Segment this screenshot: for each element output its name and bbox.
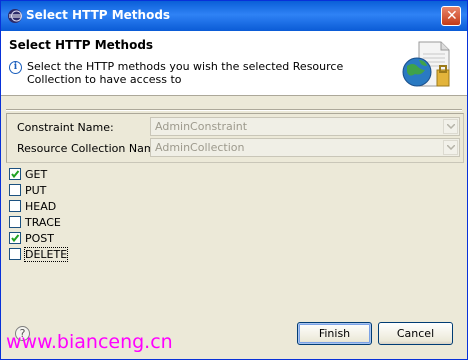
method-label: PUT	[25, 184, 47, 197]
cancel-button-label: Cancel	[396, 327, 435, 340]
wizard-header: Select HTTP Methods i Select the HTTP me…	[1, 31, 467, 96]
constraint-name-combo[interactable]: AdminConstraint	[150, 117, 460, 136]
close-icon: ✕	[446, 8, 458, 24]
window-title: Select HTTP Methods	[26, 8, 171, 22]
watermark-text: www.bianceng.cn	[6, 331, 173, 353]
header-message: Select the HTTP methods you wish the sel…	[27, 60, 344, 86]
checkmark-icon	[11, 234, 20, 243]
close-button[interactable]: ✕	[441, 6, 461, 26]
finish-button[interactable]: Finish	[297, 322, 372, 345]
http-methods-list: GET PUT HEAD TRACE POST DELETE	[6, 164, 462, 309]
info-icon: i	[9, 61, 22, 74]
checkbox-trace[interactable]	[9, 216, 21, 228]
checkbox-post[interactable]	[9, 232, 21, 244]
checkmark-icon	[11, 170, 20, 179]
method-label: GET	[25, 168, 48, 181]
constraint-group: Constraint Name: AdminConstraint Resourc…	[6, 113, 464, 163]
finish-button-label: Finish	[318, 327, 351, 340]
collection-name-value: AdminCollection	[155, 141, 245, 154]
method-label: DELETE	[23, 247, 69, 262]
constraint-name-value: AdminConstraint	[155, 120, 248, 133]
chevron-down-icon[interactable]	[443, 140, 458, 155]
cancel-button[interactable]: Cancel	[378, 322, 453, 345]
title-bar[interactable]: Select HTTP Methods ✕	[1, 1, 467, 31]
collection-name-label: Resource Collection Name:	[17, 142, 166, 155]
dialog-window: Select HTTP Methods ✕ Select HTTP Method…	[0, 0, 468, 360]
collection-name-combo[interactable]: AdminCollection	[150, 138, 460, 157]
header-title: Select HTTP Methods	[9, 38, 154, 52]
method-label: TRACE	[25, 216, 61, 229]
globe-document-icon	[402, 41, 450, 87]
checkbox-head[interactable]	[9, 200, 21, 212]
eclipse-icon	[8, 9, 22, 23]
checkbox-get[interactable]	[9, 168, 21, 180]
method-label: POST	[25, 232, 54, 245]
method-label: HEAD	[25, 200, 57, 213]
header-separator	[6, 109, 462, 111]
checkbox-delete[interactable]	[9, 248, 21, 260]
checkbox-put[interactable]	[9, 184, 21, 196]
constraint-name-label: Constraint Name:	[17, 121, 114, 134]
chevron-down-icon[interactable]	[443, 119, 458, 134]
